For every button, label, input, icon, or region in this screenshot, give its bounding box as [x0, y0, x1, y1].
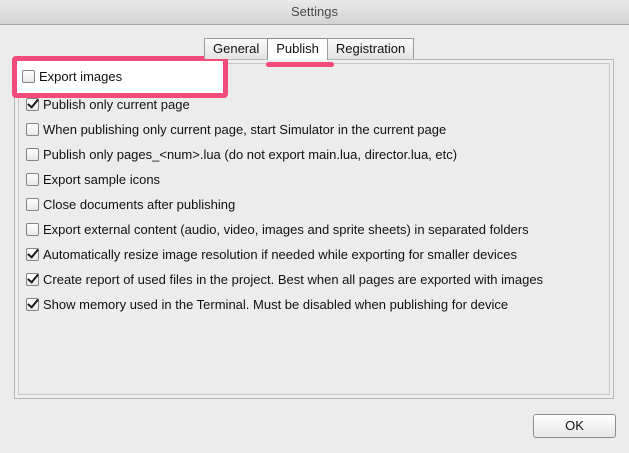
option-label: Close documents after publishing	[43, 196, 236, 212]
checkbox-auto-resize-images[interactable]	[26, 247, 39, 261]
annotation-tab-underline	[266, 62, 334, 67]
option-label: Show memory used in the Terminal. Must b…	[43, 296, 509, 312]
checkbox-start-simulator-current-page[interactable]	[26, 122, 39, 136]
option-create-report[interactable]: Create report of used files in the proje…	[26, 269, 543, 289]
option-label: Export sample icons	[43, 171, 161, 187]
tab-bar: General Publish Registration	[204, 38, 415, 60]
option-export-images[interactable]: Export images	[22, 66, 122, 86]
checkbox-create-report[interactable]	[26, 272, 39, 286]
option-publish-only-pages-num[interactable]: Publish only pages_<num>.lua (do not exp…	[26, 144, 457, 164]
option-show-memory[interactable]: Show memory used in the Terminal. Must b…	[26, 294, 508, 314]
option-label: When publishing only current page, start…	[43, 121, 447, 137]
option-start-simulator-current-page[interactable]: When publishing only current page, start…	[26, 119, 446, 139]
checkbox-publish-only-pages-num[interactable]	[26, 147, 39, 161]
checkbox-export-images[interactable]	[22, 69, 35, 83]
checkbox-export-external-content[interactable]	[26, 222, 39, 236]
publish-settings-panel: Publish only current page When publishin…	[14, 59, 614, 399]
checkbox-close-documents[interactable]	[26, 197, 39, 211]
option-export-external-content[interactable]: Export external content (audio, video, i…	[26, 219, 529, 239]
option-label: Export external content (audio, video, i…	[43, 221, 529, 237]
option-label: Export images	[39, 68, 123, 84]
option-label: Create report of used files in the proje…	[43, 271, 544, 287]
option-label: Automatically resize image resolution if…	[43, 246, 518, 262]
tab-general[interactable]: General	[204, 38, 269, 59]
checkbox-publish-only-current-page[interactable]	[26, 97, 39, 111]
option-close-documents[interactable]: Close documents after publishing	[26, 194, 235, 214]
checkbox-show-memory[interactable]	[26, 297, 39, 311]
option-label: Publish only current page	[43, 96, 190, 112]
option-auto-resize-images[interactable]: Automatically resize image resolution if…	[26, 244, 517, 264]
window-title: Settings	[291, 4, 338, 19]
checkbox-export-sample-icons[interactable]	[26, 172, 39, 186]
option-label: Publish only pages_<num>.lua (do not exp…	[43, 146, 458, 162]
tab-registration[interactable]: Registration	[326, 38, 415, 59]
window-title-bar: Settings	[0, 0, 629, 25]
tab-publish[interactable]: Publish	[267, 38, 328, 60]
option-export-sample-icons[interactable]: Export sample icons	[26, 169, 160, 189]
options-group: Publish only current page When publishin…	[18, 63, 610, 395]
ok-button[interactable]: OK	[533, 414, 616, 438]
